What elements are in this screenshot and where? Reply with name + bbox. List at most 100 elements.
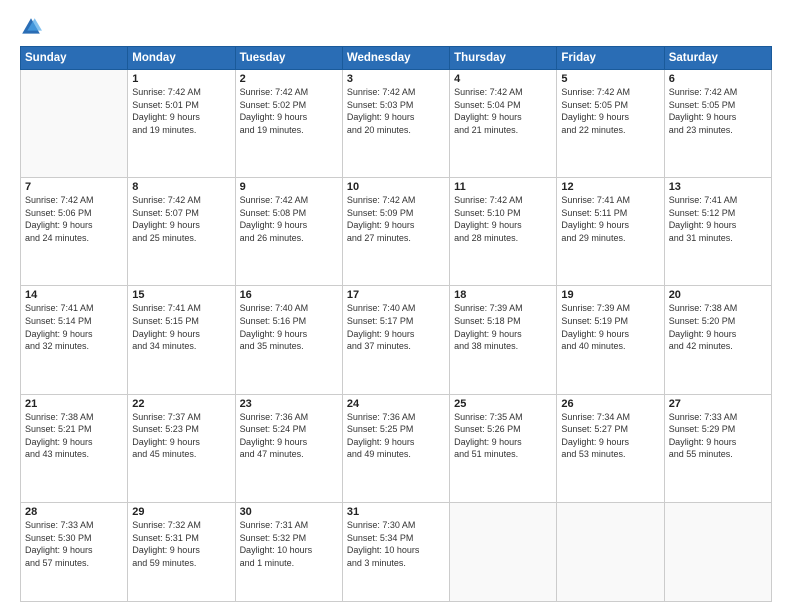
calendar-week-3: 14Sunrise: 7:41 AM Sunset: 5:14 PM Dayli… (21, 286, 772, 394)
calendar-table: SundayMondayTuesdayWednesdayThursdayFrid… (20, 46, 772, 602)
day-info: Sunrise: 7:42 AM Sunset: 5:10 PM Dayligh… (454, 194, 552, 244)
calendar-cell: 6Sunrise: 7:42 AM Sunset: 5:05 PM Daylig… (664, 70, 771, 178)
day-info: Sunrise: 7:42 AM Sunset: 5:08 PM Dayligh… (240, 194, 338, 244)
calendar-cell: 9Sunrise: 7:42 AM Sunset: 5:08 PM Daylig… (235, 178, 342, 286)
day-info: Sunrise: 7:35 AM Sunset: 5:26 PM Dayligh… (454, 411, 552, 461)
day-number: 22 (132, 398, 230, 410)
day-number: 24 (347, 398, 445, 410)
day-info: Sunrise: 7:34 AM Sunset: 5:27 PM Dayligh… (561, 411, 659, 461)
calendar-cell: 25Sunrise: 7:35 AM Sunset: 5:26 PM Dayli… (450, 394, 557, 502)
calendar-header-sunday: Sunday (21, 47, 128, 70)
day-info: Sunrise: 7:41 AM Sunset: 5:11 PM Dayligh… (561, 194, 659, 244)
day-number: 14 (25, 289, 123, 301)
day-info: Sunrise: 7:40 AM Sunset: 5:17 PM Dayligh… (347, 302, 445, 352)
day-info: Sunrise: 7:37 AM Sunset: 5:23 PM Dayligh… (132, 411, 230, 461)
day-number: 8 (132, 181, 230, 193)
day-info: Sunrise: 7:42 AM Sunset: 5:01 PM Dayligh… (132, 86, 230, 136)
day-number: 1 (132, 73, 230, 85)
day-number: 15 (132, 289, 230, 301)
day-number: 25 (454, 398, 552, 410)
calendar-cell: 30Sunrise: 7:31 AM Sunset: 5:32 PM Dayli… (235, 502, 342, 601)
day-number: 6 (669, 73, 767, 85)
day-number: 20 (669, 289, 767, 301)
day-number: 18 (454, 289, 552, 301)
logo-icon (20, 16, 42, 38)
day-number: 30 (240, 506, 338, 518)
calendar-cell (450, 502, 557, 601)
calendar-cell: 12Sunrise: 7:41 AM Sunset: 5:11 PM Dayli… (557, 178, 664, 286)
day-number: 13 (669, 181, 767, 193)
calendar-cell: 13Sunrise: 7:41 AM Sunset: 5:12 PM Dayli… (664, 178, 771, 286)
calendar-cell: 31Sunrise: 7:30 AM Sunset: 5:34 PM Dayli… (342, 502, 449, 601)
day-number: 2 (240, 73, 338, 85)
day-number: 26 (561, 398, 659, 410)
calendar-cell: 7Sunrise: 7:42 AM Sunset: 5:06 PM Daylig… (21, 178, 128, 286)
calendar-cell (664, 502, 771, 601)
calendar-cell (21, 70, 128, 178)
day-number: 17 (347, 289, 445, 301)
calendar-header-thursday: Thursday (450, 47, 557, 70)
day-info: Sunrise: 7:42 AM Sunset: 5:05 PM Dayligh… (669, 86, 767, 136)
day-number: 29 (132, 506, 230, 518)
day-info: Sunrise: 7:38 AM Sunset: 5:21 PM Dayligh… (25, 411, 123, 461)
day-number: 5 (561, 73, 659, 85)
calendar-header-friday: Friday (557, 47, 664, 70)
calendar-cell: 8Sunrise: 7:42 AM Sunset: 5:07 PM Daylig… (128, 178, 235, 286)
day-info: Sunrise: 7:30 AM Sunset: 5:34 PM Dayligh… (347, 519, 445, 569)
day-number: 7 (25, 181, 123, 193)
calendar-cell: 27Sunrise: 7:33 AM Sunset: 5:29 PM Dayli… (664, 394, 771, 502)
day-number: 9 (240, 181, 338, 193)
day-number: 4 (454, 73, 552, 85)
calendar-cell: 16Sunrise: 7:40 AM Sunset: 5:16 PM Dayli… (235, 286, 342, 394)
calendar-cell: 4Sunrise: 7:42 AM Sunset: 5:04 PM Daylig… (450, 70, 557, 178)
day-info: Sunrise: 7:33 AM Sunset: 5:30 PM Dayligh… (25, 519, 123, 569)
day-info: Sunrise: 7:41 AM Sunset: 5:12 PM Dayligh… (669, 194, 767, 244)
calendar-header-monday: Monday (128, 47, 235, 70)
calendar-cell: 28Sunrise: 7:33 AM Sunset: 5:30 PM Dayli… (21, 502, 128, 601)
day-number: 11 (454, 181, 552, 193)
day-info: Sunrise: 7:40 AM Sunset: 5:16 PM Dayligh… (240, 302, 338, 352)
calendar-cell: 19Sunrise: 7:39 AM Sunset: 5:19 PM Dayli… (557, 286, 664, 394)
calendar-cell: 18Sunrise: 7:39 AM Sunset: 5:18 PM Dayli… (450, 286, 557, 394)
calendar-week-2: 7Sunrise: 7:42 AM Sunset: 5:06 PM Daylig… (21, 178, 772, 286)
day-info: Sunrise: 7:33 AM Sunset: 5:29 PM Dayligh… (669, 411, 767, 461)
calendar-cell: 5Sunrise: 7:42 AM Sunset: 5:05 PM Daylig… (557, 70, 664, 178)
day-info: Sunrise: 7:31 AM Sunset: 5:32 PM Dayligh… (240, 519, 338, 569)
day-info: Sunrise: 7:42 AM Sunset: 5:05 PM Dayligh… (561, 86, 659, 136)
calendar-header-wednesday: Wednesday (342, 47, 449, 70)
day-info: Sunrise: 7:39 AM Sunset: 5:19 PM Dayligh… (561, 302, 659, 352)
day-number: 19 (561, 289, 659, 301)
day-info: Sunrise: 7:42 AM Sunset: 5:04 PM Dayligh… (454, 86, 552, 136)
calendar-cell: 29Sunrise: 7:32 AM Sunset: 5:31 PM Dayli… (128, 502, 235, 601)
calendar-cell: 3Sunrise: 7:42 AM Sunset: 5:03 PM Daylig… (342, 70, 449, 178)
calendar-cell: 20Sunrise: 7:38 AM Sunset: 5:20 PM Dayli… (664, 286, 771, 394)
calendar-week-4: 21Sunrise: 7:38 AM Sunset: 5:21 PM Dayli… (21, 394, 772, 502)
day-info: Sunrise: 7:42 AM Sunset: 5:03 PM Dayligh… (347, 86, 445, 136)
day-info: Sunrise: 7:42 AM Sunset: 5:09 PM Dayligh… (347, 194, 445, 244)
calendar-cell: 15Sunrise: 7:41 AM Sunset: 5:15 PM Dayli… (128, 286, 235, 394)
day-info: Sunrise: 7:42 AM Sunset: 5:06 PM Dayligh… (25, 194, 123, 244)
calendar-week-1: 1Sunrise: 7:42 AM Sunset: 5:01 PM Daylig… (21, 70, 772, 178)
header (20, 16, 772, 38)
day-info: Sunrise: 7:32 AM Sunset: 5:31 PM Dayligh… (132, 519, 230, 569)
calendar-cell: 11Sunrise: 7:42 AM Sunset: 5:10 PM Dayli… (450, 178, 557, 286)
day-info: Sunrise: 7:42 AM Sunset: 5:02 PM Dayligh… (240, 86, 338, 136)
day-number: 31 (347, 506, 445, 518)
calendar-cell: 23Sunrise: 7:36 AM Sunset: 5:24 PM Dayli… (235, 394, 342, 502)
day-info: Sunrise: 7:38 AM Sunset: 5:20 PM Dayligh… (669, 302, 767, 352)
calendar-header-row: SundayMondayTuesdayWednesdayThursdayFrid… (21, 47, 772, 70)
day-info: Sunrise: 7:39 AM Sunset: 5:18 PM Dayligh… (454, 302, 552, 352)
calendar-cell: 26Sunrise: 7:34 AM Sunset: 5:27 PM Dayli… (557, 394, 664, 502)
calendar-cell: 14Sunrise: 7:41 AM Sunset: 5:14 PM Dayli… (21, 286, 128, 394)
day-info: Sunrise: 7:36 AM Sunset: 5:25 PM Dayligh… (347, 411, 445, 461)
calendar-week-5: 28Sunrise: 7:33 AM Sunset: 5:30 PM Dayli… (21, 502, 772, 601)
day-number: 16 (240, 289, 338, 301)
calendar-cell: 2Sunrise: 7:42 AM Sunset: 5:02 PM Daylig… (235, 70, 342, 178)
day-number: 12 (561, 181, 659, 193)
day-number: 3 (347, 73, 445, 85)
day-number: 23 (240, 398, 338, 410)
day-number: 27 (669, 398, 767, 410)
day-info: Sunrise: 7:36 AM Sunset: 5:24 PM Dayligh… (240, 411, 338, 461)
day-number: 21 (25, 398, 123, 410)
logo (20, 16, 46, 38)
